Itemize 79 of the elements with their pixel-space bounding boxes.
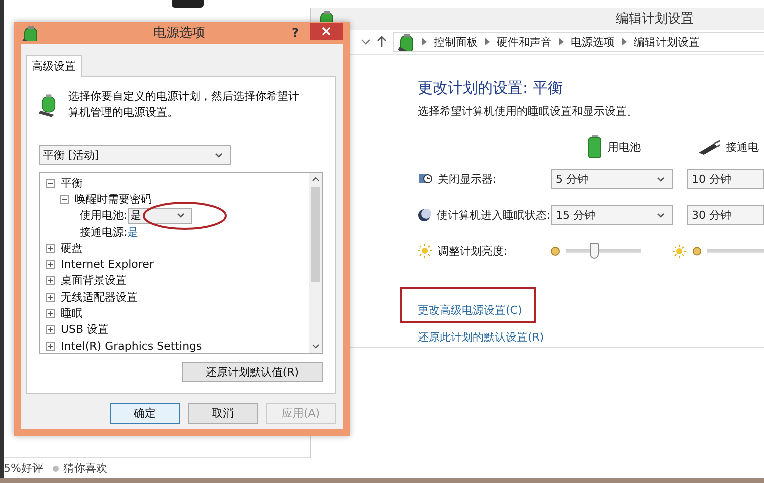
- expand-icon[interactable]: [46, 292, 55, 302]
- tree-item[interactable]: 唤醒时需要密码: [75, 192, 152, 207]
- expand-icon[interactable]: [46, 342, 55, 351]
- tree-item[interactable]: 硬盘: [61, 240, 83, 256]
- setting-label: 调整计划亮度:: [438, 244, 508, 258]
- setting-label: 关闭显示器:: [438, 172, 497, 186]
- collapse-icon[interactable]: [60, 194, 69, 204]
- page-heading: 更改计划的设置: 平衡: [418, 79, 564, 98]
- close-button[interactable]: [310, 23, 343, 40]
- tree-item[interactable]: Intel(R) Graphics Settings: [61, 340, 202, 353]
- description-text: 选择你要自定义的电源计划，然后选择你希望计算机管理的电源设置。: [68, 89, 301, 121]
- tree-item[interactable]: 平衡: [61, 176, 83, 191]
- breadcrumb-item[interactable]: 硬件和声音: [497, 34, 552, 50]
- recommend-link[interactable]: 猜你喜欢: [63, 461, 108, 476]
- chevron-icon: [622, 38, 627, 46]
- address-bar[interactable]: 控制面板 硬件和声音 电源选项 编辑计划设置: [393, 32, 764, 52]
- expand-icon[interactable]: [46, 260, 55, 270]
- caret-icon: [657, 176, 666, 182]
- column-header: 接通电: [726, 140, 759, 154]
- settings-link[interactable]: 还原此计划的默认设置(R): [418, 331, 544, 344]
- breadcrumb-item[interactable]: 控制面板: [434, 34, 478, 50]
- caret-icon: [215, 152, 224, 158]
- chevron-icon: [485, 38, 490, 46]
- dialog-button[interactable]: 取消: [188, 403, 258, 424]
- caret-icon: [176, 212, 186, 220]
- expand-icon[interactable]: [46, 309, 55, 318]
- collapse-icon[interactable]: [46, 178, 55, 188]
- power-plan-icon: [21, 25, 37, 41]
- breadcrumb-item[interactable]: 电源选项: [571, 34, 615, 50]
- tree-item[interactable]: USB 设置: [61, 322, 110, 338]
- control-panel-icon: [397, 33, 415, 51]
- close-icon: [322, 27, 331, 36]
- moon-icon: [418, 208, 431, 222]
- scrollbar[interactable]: [309, 173, 322, 353]
- expand-icon[interactable]: [46, 325, 55, 334]
- column-header: 用电池: [608, 140, 641, 154]
- dialog-title: 电源选项: [152, 25, 206, 42]
- tree-item[interactable]: 桌面背景设置: [61, 273, 127, 288]
- page-subtitle: 选择希望计算机使用的睡眠设置和显示设置。: [418, 104, 639, 119]
- tree-item[interactable]: 睡眠: [61, 306, 83, 322]
- setting-label: 使计算机进入睡眠状态:: [437, 208, 551, 222]
- window-title: 编辑计划设置: [615, 11, 695, 28]
- plug-icon: [698, 139, 720, 155]
- expand-icon[interactable]: [46, 244, 55, 253]
- scroll-down-icon: [312, 344, 320, 349]
- setting-value[interactable]: 是: [128, 224, 139, 240]
- breadcrumb-item[interactable]: 编辑计划设置: [634, 34, 700, 50]
- sun-icon: [418, 244, 432, 258]
- restore-defaults-button[interactable]: 还原计划默认值(R): [182, 362, 323, 382]
- tab[interactable]: 高级设置: [26, 55, 82, 77]
- slider-thumb[interactable]: [590, 243, 598, 259]
- chevron-icon: [422, 38, 427, 46]
- dropdown-caret-icon[interactable]: [361, 37, 371, 47]
- dim-icon: [551, 246, 560, 256]
- time-dropdown[interactable]: 30 分钟: [687, 205, 764, 225]
- dim-icon: [693, 246, 702, 256]
- scroll-up-icon: [312, 177, 320, 182]
- tree-item[interactable]: 无线适配器设置: [61, 290, 138, 305]
- setting-label: 使用电池:: [80, 208, 128, 224]
- dialog-button[interactable]: 确定: [110, 403, 180, 424]
- rating-text: 5%好评: [4, 461, 44, 476]
- up-arrow-icon[interactable]: [377, 36, 387, 48]
- time-dropdown[interactable]: 10 分钟: [687, 169, 764, 189]
- time-dropdown[interactable]: 15 分钟: [551, 205, 673, 225]
- product-thumbnail: [172, 0, 204, 8]
- settings-link[interactable]: 更改高级电源设置(C): [418, 304, 522, 317]
- caret-icon: [657, 212, 666, 218]
- bullet-icon: [53, 466, 60, 472]
- tree-item[interactable]: Internet Explorer: [61, 258, 154, 272]
- chevron-icon: [559, 38, 564, 46]
- value-dropdown[interactable]: 是: [128, 208, 192, 224]
- time-dropdown[interactable]: 5 分钟: [551, 169, 673, 189]
- setting-label: 接通电源:: [80, 224, 128, 240]
- help-button[interactable]: ?: [292, 26, 306, 40]
- battery-icon: [588, 135, 602, 159]
- monitor-clock-icon: [418, 172, 432, 186]
- plan-dropdown[interactable]: 平衡 [活动]: [39, 145, 231, 165]
- expand-icon[interactable]: [46, 276, 55, 286]
- bright-icon: [673, 244, 686, 258]
